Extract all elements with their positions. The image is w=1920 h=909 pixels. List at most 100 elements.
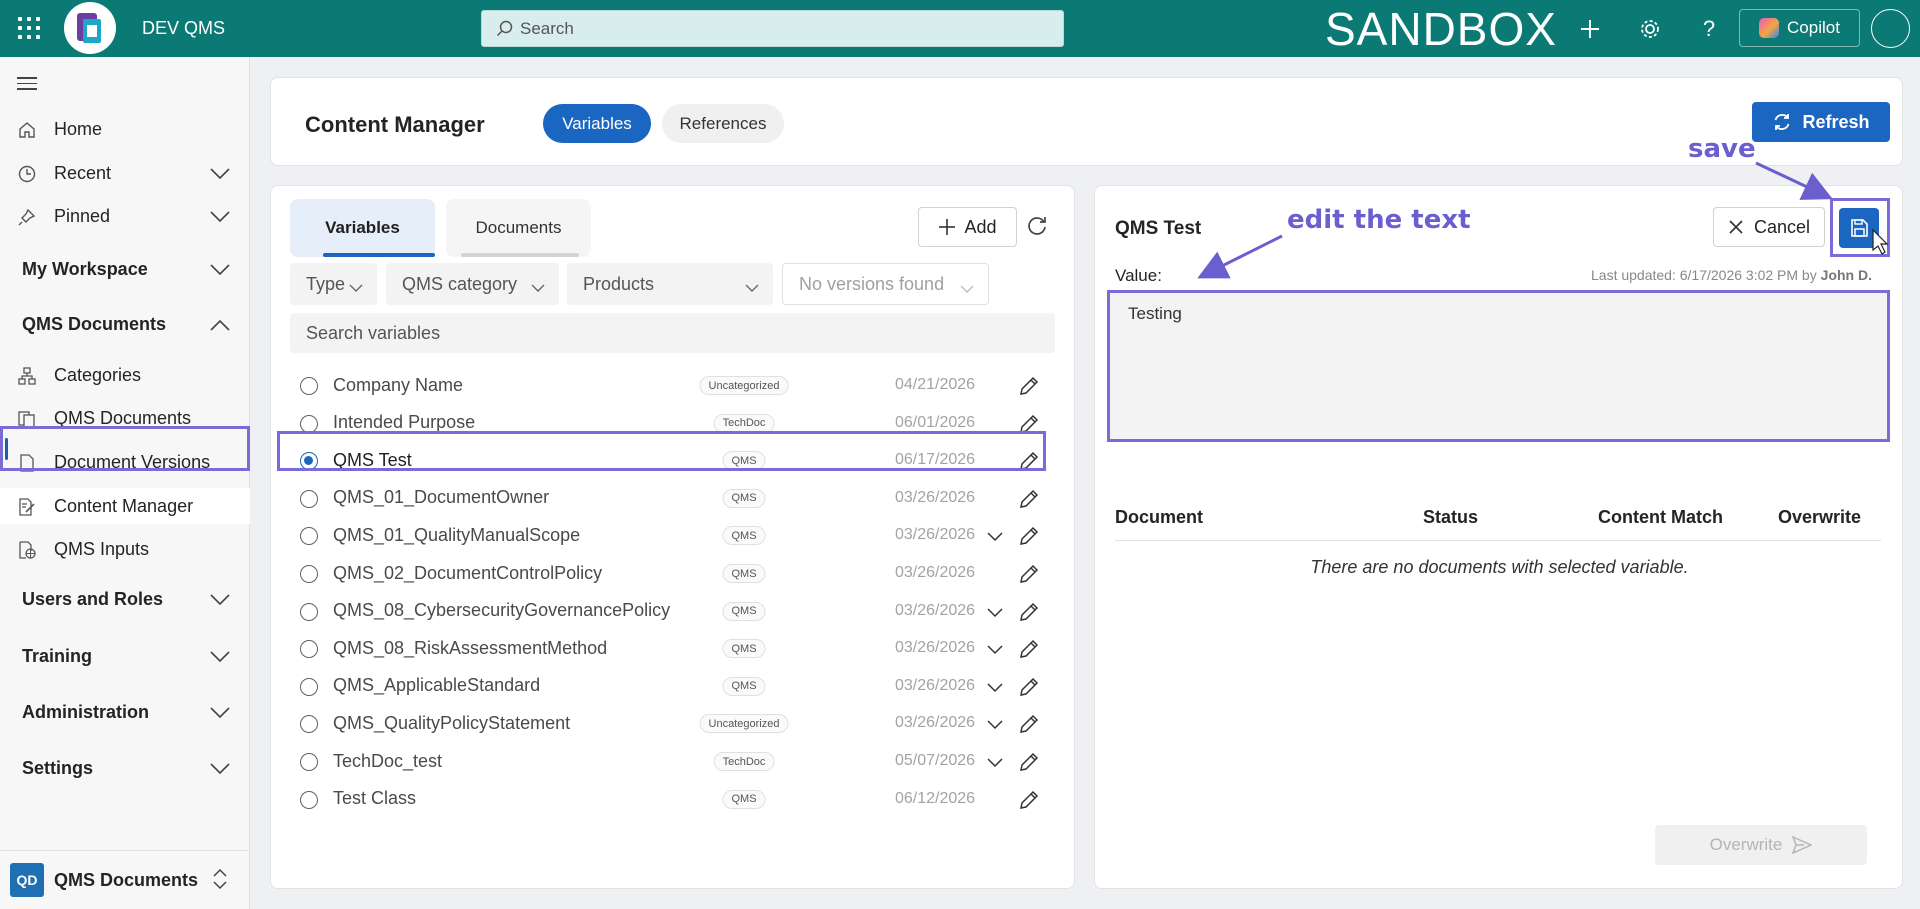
- row-radio[interactable]: [300, 753, 318, 771]
- row-radio[interactable]: [300, 377, 318, 395]
- column-header-document: Document: [1115, 507, 1204, 527]
- pencil-icon[interactable]: [1018, 488, 1040, 515]
- chevron-down-icon[interactable]: [987, 529, 1003, 547]
- row-date: 06/01/2026: [895, 413, 976, 431]
- row-radio[interactable]: [300, 452, 318, 471]
- products-filter[interactable]: Products: [567, 263, 773, 305]
- pencil-icon[interactable]: [1018, 413, 1040, 440]
- refresh-button[interactable]: Refresh: [1752, 102, 1890, 142]
- chevron-down-icon[interactable]: [987, 642, 1003, 660]
- chevron-down-icon[interactable]: [987, 755, 1003, 773]
- row-radio[interactable]: [300, 489, 318, 508]
- sidebar-group-my-workspace[interactable]: My Workspace: [0, 249, 250, 289]
- sidebar-item-document-versions[interactable]: Document Versions: [0, 444, 250, 480]
- value-textarea[interactable]: Testing: [1107, 290, 1890, 442]
- app-name[interactable]: DEV QMS: [142, 18, 225, 39]
- variable-name: QMS_01_DocumentOwner: [333, 487, 550, 508]
- sidebar-item-content-manager[interactable]: Content Manager: [0, 488, 250, 524]
- variable-row[interactable]: QMS Test QMS 06/17/2026: [290, 442, 1055, 478]
- sidebar-group-users-and-roles[interactable]: Users and Roles: [0, 579, 250, 619]
- pill-references[interactable]: References: [662, 104, 784, 143]
- sidebar-item-qms-documents[interactable]: QMS Documents: [0, 400, 250, 436]
- save-button[interactable]: [1839, 208, 1879, 248]
- pencil-icon[interactable]: [1018, 713, 1040, 740]
- sidebar-item-qms-inputs[interactable]: QMS Inputs: [0, 531, 250, 567]
- sidebar-item-categories[interactable]: Categories: [0, 357, 250, 393]
- variable-row[interactable]: TechDoc_test TechDoc 05/07/2026: [290, 743, 1055, 779]
- row-radio[interactable]: [300, 602, 318, 621]
- pill-variables[interactable]: Variables: [543, 104, 651, 143]
- home-icon: [16, 119, 38, 141]
- variable-row[interactable]: Intended Purpose TechDoc 06/01/2026: [290, 405, 1055, 441]
- row-radio[interactable]: [300, 565, 318, 583]
- chevron-down-icon[interactable]: [987, 605, 1003, 623]
- row-radio[interactable]: [300, 715, 318, 734]
- category-badge: QMS: [722, 639, 766, 659]
- qms-category-filter[interactable]: QMS category: [386, 263, 559, 305]
- category-badge: Uncategorized: [699, 714, 789, 734]
- cancel-button[interactable]: Cancel: [1713, 207, 1825, 247]
- sidebar-group-settings[interactable]: Settings: [0, 748, 250, 788]
- tab-documents[interactable]: Documents: [446, 199, 591, 257]
- pencil-icon[interactable]: [1018, 563, 1040, 590]
- help-icon[interactable]: ?: [1694, 14, 1724, 44]
- sidebar-item-recent[interactable]: Recent: [0, 155, 250, 191]
- variable-row[interactable]: QMS_08_CybersecurityGovernancePolicy QMS 0…: [290, 593, 1055, 629]
- area-switcher[interactable]: QD QMS Documents: [0, 850, 250, 909]
- column-header-content-match: Content Match: [1598, 507, 1723, 527]
- variable-row[interactable]: QMS_01_DocumentOwner QMS 03/26/2026: [290, 480, 1055, 516]
- sidebar-item-label: Content Manager: [54, 495, 194, 516]
- copilot-button[interactable]: Copilot: [1739, 9, 1860, 47]
- user-avatar[interactable]: [1871, 9, 1910, 48]
- pencil-icon[interactable]: [1018, 375, 1040, 402]
- row-radio[interactable]: [300, 414, 318, 433]
- pencil-icon[interactable]: [1018, 676, 1040, 703]
- gear-icon[interactable]: [1635, 14, 1665, 44]
- variable-row[interactable]: QMS_08_RiskAssessmentMethod QMS 03/26/2026: [290, 630, 1055, 666]
- row-radio[interactable]: [300, 790, 318, 809]
- global-search-input[interactable]: Search: [481, 10, 1064, 47]
- chevron-down-icon: [210, 164, 230, 185]
- row-date: 05/07/2026: [895, 752, 976, 769]
- column-header-status: Status: [1423, 507, 1479, 527]
- variable-row[interactable]: QMS_ApplicableStandard QMS 03/26/2026: [290, 668, 1055, 704]
- plus-icon[interactable]: [1575, 14, 1605, 44]
- variable-row[interactable]: QMS_02_DocumentControlPolicy QMS 03/26/202…: [290, 555, 1055, 591]
- pencil-icon[interactable]: [1018, 789, 1040, 816]
- row-radio[interactable]: [300, 527, 318, 546]
- sidebar-item-pinned[interactable]: Pinned: [0, 198, 250, 234]
- hamburger-menu-icon[interactable]: [17, 77, 37, 94]
- row-date: 03/26/2026: [895, 714, 976, 732]
- chevron-down-icon[interactable]: [987, 717, 1003, 735]
- value-label: Value:: [1115, 266, 1162, 285]
- last-updated-text: Last updated: 6/17/2026 3:02 PM by: [1591, 267, 1817, 283]
- variable-row[interactable]: QMS_01_QualityManualScope QMS 03/26/2026: [290, 517, 1055, 553]
- type-filter[interactable]: Type: [290, 263, 377, 305]
- sidebar-group-administration[interactable]: Administration: [0, 692, 250, 732]
- add-variable-button[interactable]: Add: [918, 207, 1017, 247]
- search-placeholder: Search: [520, 18, 574, 38]
- sidebar-item-home[interactable]: Home: [0, 111, 250, 147]
- sidebar-group-training[interactable]: Training: [0, 636, 250, 676]
- pencil-icon[interactable]: [1018, 751, 1040, 778]
- chevron-down-icon[interactable]: [987, 680, 1003, 698]
- documents-icon: [16, 408, 38, 430]
- sidebar-group-qms-documents[interactable]: QMS Documents: [0, 304, 250, 344]
- pencil-icon[interactable]: [1018, 638, 1040, 665]
- pin-icon: [16, 206, 38, 228]
- pencil-icon[interactable]: [1018, 601, 1040, 628]
- search-variables-input[interactable]: Search variables: [290, 313, 1055, 353]
- reload-icon[interactable]: [1025, 214, 1049, 243]
- variable-row[interactable]: QMS_QualityPolicyStatement Uncategorized 0…: [290, 705, 1055, 741]
- row-radio[interactable]: [300, 640, 318, 659]
- row-radio[interactable]: [300, 677, 318, 696]
- annotation-save-label: save: [1688, 134, 1756, 164]
- row-date: 03/26/2026: [895, 526, 976, 544]
- chevron-down-icon: [210, 759, 230, 780]
- app-launcher-icon[interactable]: [18, 17, 40, 39]
- variable-row[interactable]: Test Class QMS 06/12/2026: [290, 781, 1055, 817]
- variable-row[interactable]: Company Name Uncategorized 04/21/2026: [290, 367, 1055, 403]
- tab-variables[interactable]: Variables: [290, 199, 435, 257]
- pencil-icon[interactable]: [1018, 525, 1040, 552]
- pencil-icon[interactable]: [1018, 450, 1040, 477]
